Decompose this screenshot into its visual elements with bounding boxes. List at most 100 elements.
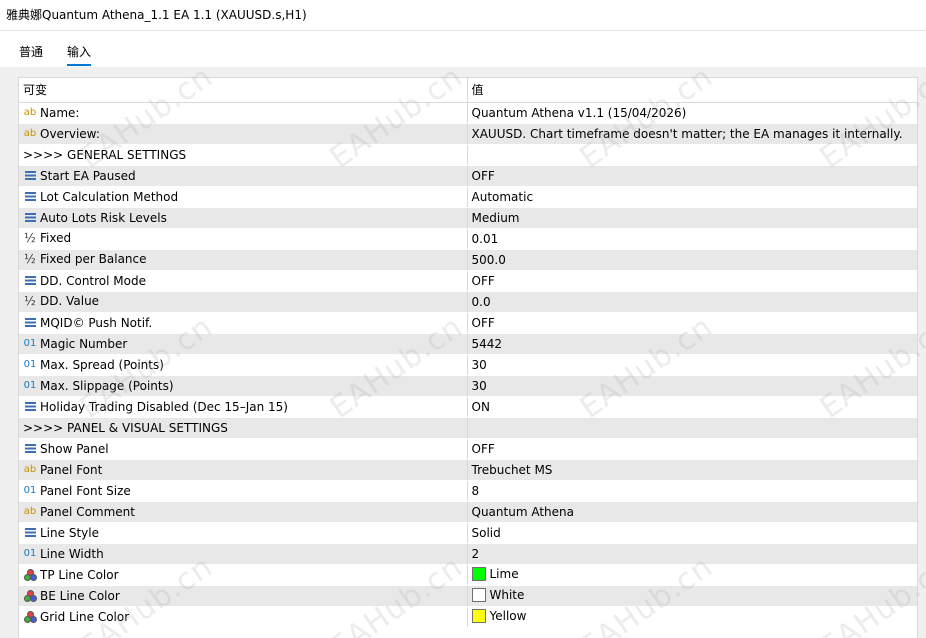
- enum-list-icon: [25, 212, 36, 222]
- string-type-icon: ab: [23, 106, 37, 118]
- variable-cell[interactable]: BE Line Color: [19, 585, 468, 607]
- table-row[interactable]: Holiday Trading Disabled (Dec 15–Jan 15)…: [19, 396, 917, 418]
- variable-cell[interactable]: ab Panel Font: [19, 459, 468, 481]
- table-row[interactable]: 01 Line Width 2: [19, 543, 917, 565]
- value-cell[interactable]: 5442: [467, 333, 917, 355]
- value-cell[interactable]: XAUUSD. Chart timeframe doesn't matter; …: [467, 123, 917, 145]
- value-cell[interactable]: OFF: [467, 438, 917, 460]
- table-row[interactable]: MQID© Push Notif. OFF: [19, 312, 917, 334]
- variable-cell[interactable]: >>>> GENERAL SETTINGS: [19, 144, 468, 166]
- enum-list-icon: [25, 401, 36, 411]
- variable-cell[interactable]: 01 Max. Spread (Points): [19, 354, 468, 376]
- inputs-table: 可变 值 ab Name: Quantum Athena v1.1 (15/04/2…: [19, 78, 917, 628]
- value-cell[interactable]: 0.01: [467, 228, 917, 250]
- variable-cell[interactable]: ½ Fixed: [19, 228, 468, 250]
- value-cell[interactable]: Lime: [467, 564, 917, 586]
- variable-cell[interactable]: Auto Lots Risk Levels: [19, 207, 468, 229]
- table-row[interactable]: Grid Line Color Yellow: [19, 606, 917, 628]
- value-cell[interactable]: Trebuchet MS: [467, 459, 917, 481]
- table-row[interactable]: 01 Magic Number 5442: [19, 333, 917, 355]
- variable-cell[interactable]: ab Panel Comment: [19, 501, 468, 523]
- variable-value: OFF: [471, 315, 495, 330]
- table-header-row: 可变 值: [19, 78, 917, 103]
- variable-cell[interactable]: ab Overview:: [19, 123, 468, 145]
- integer-type-icon: 01: [23, 379, 37, 391]
- variable-name: Panel Font: [40, 462, 103, 477]
- table-row[interactable]: >>>> GENERAL SETTINGS: [19, 144, 917, 166]
- variable-cell[interactable]: Start EA Paused: [19, 165, 468, 187]
- value-cell[interactable]: [467, 144, 917, 166]
- variable-value: 500.0: [471, 252, 506, 267]
- variable-value: 0.0: [471, 294, 491, 309]
- variable-name: DD. Control Mode: [40, 273, 146, 288]
- variable-cell[interactable]: Lot Calculation Method: [19, 186, 468, 208]
- table-row[interactable]: 01 Panel Font Size 8: [19, 480, 917, 502]
- table-row[interactable]: DD. Control Mode OFF: [19, 270, 917, 292]
- variable-cell[interactable]: 01 Magic Number: [19, 333, 468, 355]
- enum-list-icon: [25, 191, 36, 201]
- value-cell[interactable]: Solid: [467, 522, 917, 544]
- variable-cell[interactable]: ab Name:: [19, 102, 468, 124]
- variable-cell[interactable]: 01 Max. Slippage (Points): [19, 375, 468, 397]
- variable-cell[interactable]: ½ DD. Value: [19, 291, 468, 313]
- variable-value: Solid: [471, 525, 501, 540]
- value-cell[interactable]: 30: [467, 375, 917, 397]
- value-cell[interactable]: Yellow: [467, 606, 917, 628]
- variable-cell[interactable]: Line Style: [19, 522, 468, 544]
- table-row[interactable]: TP Line Color Lime: [19, 564, 917, 586]
- value-cell[interactable]: Quantum Athena: [467, 501, 917, 523]
- table-row[interactable]: BE Line Color White: [19, 585, 917, 607]
- value-cell[interactable]: Medium: [467, 207, 917, 229]
- variable-cell[interactable]: Holiday Trading Disabled (Dec 15–Jan 15): [19, 396, 468, 418]
- color-swatch: [471, 566, 486, 581]
- color-type-icon: [23, 589, 37, 602]
- value-cell[interactable]: Automatic: [467, 186, 917, 208]
- table-row[interactable]: ½ DD. Value 0.0: [19, 291, 917, 313]
- value-cell[interactable]: 500.0: [467, 249, 917, 271]
- variable-value: White: [489, 588, 525, 603]
- variable-cell[interactable]: >>>> PANEL & VISUAL SETTINGS: [19, 417, 468, 439]
- value-cell[interactable]: 2: [467, 543, 917, 565]
- table-row[interactable]: Show Panel OFF: [19, 438, 917, 460]
- variable-cell[interactable]: Show Panel: [19, 438, 468, 460]
- value-cell[interactable]: OFF: [467, 270, 917, 292]
- value-cell[interactable]: White: [467, 585, 917, 607]
- double-type-icon: ½: [24, 293, 36, 308]
- column-header-value[interactable]: 值: [467, 78, 917, 103]
- value-cell[interactable]: 0.0: [467, 291, 917, 313]
- variable-cell[interactable]: Grid Line Color: [19, 606, 468, 628]
- column-header-variable[interactable]: 可变: [19, 78, 468, 103]
- value-cell[interactable]: OFF: [467, 165, 917, 187]
- table-row[interactable]: >>>> PANEL & VISUAL SETTINGS: [19, 417, 917, 439]
- value-cell[interactable]: 30: [467, 354, 917, 376]
- variable-name: Lot Calculation Method: [40, 189, 179, 204]
- table-row[interactable]: ½ Fixed 0.01: [19, 228, 917, 250]
- variable-value: 5442: [471, 336, 503, 351]
- variable-cell[interactable]: ½ Fixed per Balance: [19, 249, 468, 271]
- color-type-icon: [23, 568, 37, 581]
- value-cell[interactable]: Quantum Athena v1.1 (15/04/2026): [467, 102, 917, 124]
- tab-common[interactable]: 普通: [19, 43, 43, 64]
- value-cell[interactable]: OFF: [467, 312, 917, 334]
- variable-cell[interactable]: 01 Line Width: [19, 543, 468, 565]
- table-row[interactable]: ab Panel Comment Quantum Athena: [19, 501, 917, 523]
- table-row[interactable]: 01 Max. Spread (Points) 30: [19, 354, 917, 376]
- table-row[interactable]: ab Overview: XAUUSD. Chart timeframe doesn…: [19, 123, 917, 145]
- variable-cell[interactable]: TP Line Color: [19, 564, 468, 586]
- value-cell[interactable]: 8: [467, 480, 917, 502]
- table-row[interactable]: Auto Lots Risk Levels Medium: [19, 207, 917, 229]
- table-row[interactable]: Start EA Paused OFF: [19, 165, 917, 187]
- variable-cell[interactable]: MQID© Push Notif.: [19, 312, 468, 334]
- tab-inputs[interactable]: 输入: [67, 43, 92, 66]
- value-cell[interactable]: ON: [467, 396, 917, 418]
- table-row[interactable]: ½ Fixed per Balance 500.0: [19, 249, 917, 271]
- variable-cell[interactable]: 01 Panel Font Size: [19, 480, 468, 502]
- variable-cell[interactable]: DD. Control Mode: [19, 270, 468, 292]
- table-row[interactable]: Line Style Solid: [19, 522, 917, 544]
- integer-type-icon: 01: [23, 484, 37, 496]
- table-row[interactable]: 01 Max. Slippage (Points) 30: [19, 375, 917, 397]
- table-row[interactable]: Lot Calculation Method Automatic: [19, 186, 917, 208]
- table-row[interactable]: ab Panel Font Trebuchet MS: [19, 459, 917, 481]
- value-cell[interactable]: [467, 417, 917, 439]
- table-row[interactable]: ab Name: Quantum Athena v1.1 (15/04/2026): [19, 102, 917, 124]
